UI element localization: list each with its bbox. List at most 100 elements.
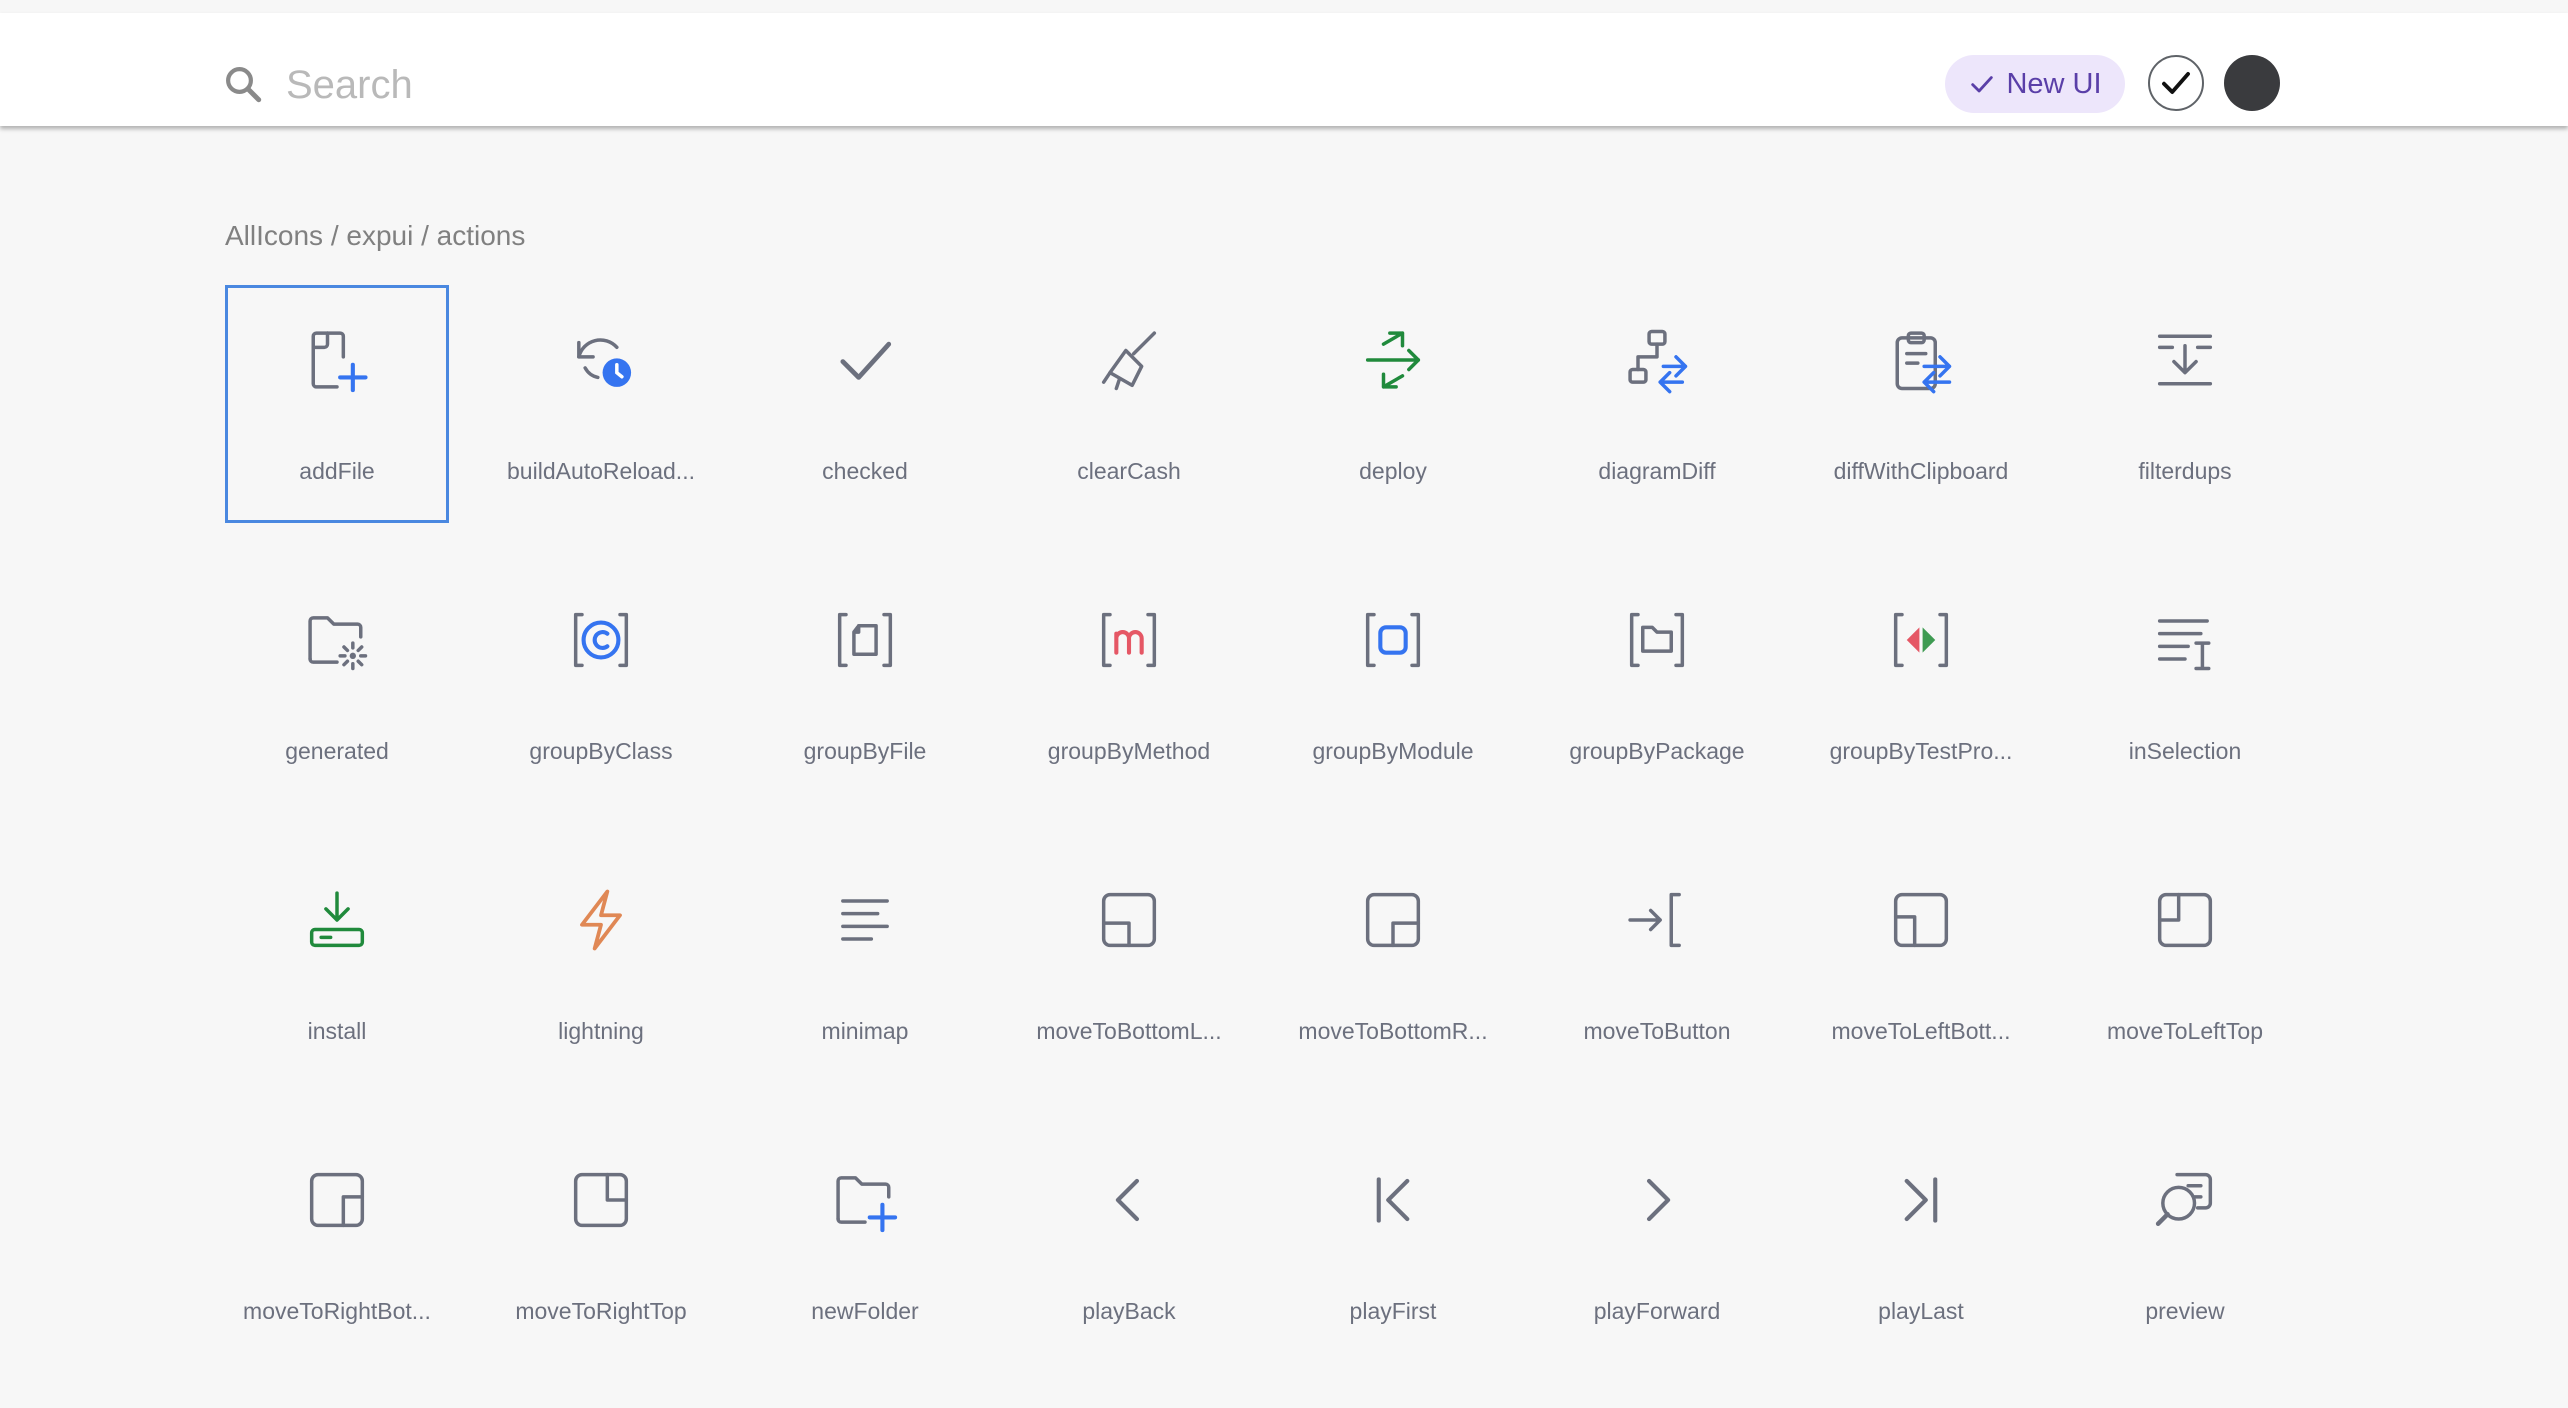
clear-cash-icon	[1091, 322, 1167, 398]
icon-label: moveToBottomR...	[1298, 1018, 1488, 1044]
icon-tile-group-by-package[interactable]: groupByPackage	[1545, 565, 1769, 803]
icon-tile-move-to-button[interactable]: moveToButton	[1545, 845, 1769, 1083]
icon-tile-play-last[interactable]: playLast	[1809, 1125, 2033, 1363]
in-selection-icon	[2147, 602, 2223, 678]
icon-tile-move-to-left-top[interactable]: moveToLeftTop	[2073, 845, 2297, 1083]
icon-tile-add-file[interactable]: addFile	[225, 285, 449, 523]
icon-tile-new-folder[interactable]: newFolder	[753, 1125, 977, 1363]
icon-tile-play-back[interactable]: playBack	[1017, 1125, 1241, 1363]
icon-tile-install[interactable]: install	[225, 845, 449, 1083]
icon-label: diagramDiff	[1598, 458, 1716, 484]
group-by-test-production-icon	[1883, 602, 1959, 678]
play-back-icon	[1091, 1162, 1167, 1238]
add-file-icon	[299, 322, 375, 398]
icon-label: groupByModule	[1312, 738, 1474, 764]
icon-tile-play-forward[interactable]: playForward	[1545, 1125, 1769, 1363]
icon-tile-move-to-bottom-left[interactable]: moveToBottomL...	[1017, 845, 1241, 1083]
icon-tile-checked[interactable]: checked	[753, 285, 977, 523]
icon-label: diffWithClipboard	[1833, 458, 2009, 484]
icon-label: groupByClass	[529, 738, 673, 764]
icon-tile-clear-cash[interactable]: clearCash	[1017, 285, 1241, 523]
icon-label: deploy	[1359, 458, 1427, 484]
diff-with-clipboard-icon	[1883, 322, 1959, 398]
play-forward-icon	[1619, 1162, 1695, 1238]
move-to-left-bottom-icon	[1883, 882, 1959, 958]
icon-label: lightning	[558, 1018, 644, 1044]
icon-label: checked	[822, 458, 908, 484]
group-by-package-icon	[1619, 602, 1695, 678]
icon-label: moveToLeftBott...	[1831, 1018, 2011, 1044]
icon-label: moveToRightTop	[515, 1298, 687, 1324]
icon-label: install	[307, 1018, 367, 1044]
icon-tile-group-by-class[interactable]: groupByClass	[489, 565, 713, 803]
icon-label: inSelection	[2128, 738, 2242, 764]
icon-tile-diagram-diff[interactable]: diagramDiff	[1545, 285, 1769, 523]
icon-tile-in-selection[interactable]: inSelection	[2073, 565, 2297, 803]
move-to-button-icon	[1619, 882, 1695, 958]
move-to-bottom-right-icon	[1355, 882, 1431, 958]
icon-label: moveToLeftTop	[2107, 1018, 2263, 1044]
icon-tile-lightning[interactable]: lightning	[489, 845, 713, 1083]
breadcrumb: AllIcons / expui / actions	[225, 220, 526, 251]
build-auto-reload-icon	[563, 322, 639, 398]
move-to-right-bottom-icon	[299, 1162, 375, 1238]
icon-tile-generated[interactable]: generated	[225, 565, 449, 803]
group-by-file-icon	[827, 602, 903, 678]
search-input[interactable]	[284, 53, 1488, 117]
search-icon[interactable]	[222, 63, 264, 105]
new-ui-label: New UI	[2006, 67, 2102, 100]
deploy-icon	[1355, 322, 1431, 398]
preview-icon	[2147, 1162, 2223, 1238]
generated-icon	[299, 602, 375, 678]
icon-label: groupByPackage	[1569, 738, 1745, 764]
icon-tile-group-by-file[interactable]: groupByFile	[753, 565, 977, 803]
icon-tile-play-first[interactable]: playFirst	[1281, 1125, 1505, 1363]
icon-label: moveToRightBot...	[243, 1298, 431, 1324]
minimap-icon	[827, 882, 903, 958]
dark-theme-button[interactable]	[2224, 55, 2280, 111]
icon-tile-diff-with-clipboard[interactable]: diffWithClipboard	[1809, 285, 2033, 523]
icon-tile-move-to-right-bottom[interactable]: moveToRightBot...	[225, 1125, 449, 1363]
icon-label: groupByTestPro...	[1829, 738, 2013, 764]
icon-label: playLast	[1878, 1298, 1964, 1324]
icon-label: playForward	[1593, 1298, 1721, 1324]
move-to-right-top-icon	[563, 1162, 639, 1238]
light-theme-button[interactable]	[2148, 55, 2204, 111]
filterdups-icon	[2147, 322, 2223, 398]
icon-label: clearCash	[1077, 458, 1181, 484]
icon-tile-group-by-module[interactable]: groupByModule	[1281, 565, 1505, 803]
icon-label: buildAutoReload...	[507, 458, 695, 484]
icon-label: playBack	[1082, 1298, 1176, 1324]
icon-tile-deploy[interactable]: deploy	[1281, 285, 1505, 523]
icon-label: addFile	[299, 458, 375, 484]
icon-label: playFirst	[1349, 1298, 1437, 1324]
new-ui-toggle[interactable]: New UI	[1945, 55, 2125, 113]
play-first-icon	[1355, 1162, 1431, 1238]
icon-grid: addFile buildAutoReload... checked clearCas…	[225, 285, 2337, 1405]
group-by-method-icon	[1091, 602, 1167, 678]
checked-icon	[827, 322, 903, 398]
install-icon	[299, 882, 375, 958]
group-by-module-icon	[1355, 602, 1431, 678]
move-to-bottom-left-icon	[1091, 882, 1167, 958]
move-to-left-top-icon	[2147, 882, 2223, 958]
icon-label: preview	[2145, 1298, 2225, 1324]
icon-tile-group-by-test-production[interactable]: groupByTestPro...	[1809, 565, 2033, 803]
top-bar: New UI	[0, 13, 2568, 126]
icon-label: filterdups	[2138, 458, 2232, 484]
icon-tile-build-auto-reload[interactable]: buildAutoReload...	[489, 285, 713, 523]
icon-tile-move-to-left-bottom[interactable]: moveToLeftBott...	[1809, 845, 2033, 1083]
play-last-icon	[1883, 1162, 1959, 1238]
icon-tile-preview[interactable]: preview	[2073, 1125, 2297, 1363]
icon-tile-filterdups[interactable]: filterdups	[2073, 285, 2297, 523]
icon-label: moveToButton	[1583, 1018, 1731, 1044]
icon-label: groupByFile	[803, 738, 927, 764]
icon-tile-minimap[interactable]: minimap	[753, 845, 977, 1083]
diagram-diff-icon	[1619, 322, 1695, 398]
icon-tile-move-to-bottom-right[interactable]: moveToBottomR...	[1281, 845, 1505, 1083]
new-folder-icon	[827, 1162, 903, 1238]
lightning-icon	[563, 882, 639, 958]
icon-tile-group-by-method[interactable]: groupByMethod	[1017, 565, 1241, 803]
icon-label: newFolder	[811, 1298, 919, 1324]
icon-tile-move-to-right-top[interactable]: moveToRightTop	[489, 1125, 713, 1363]
